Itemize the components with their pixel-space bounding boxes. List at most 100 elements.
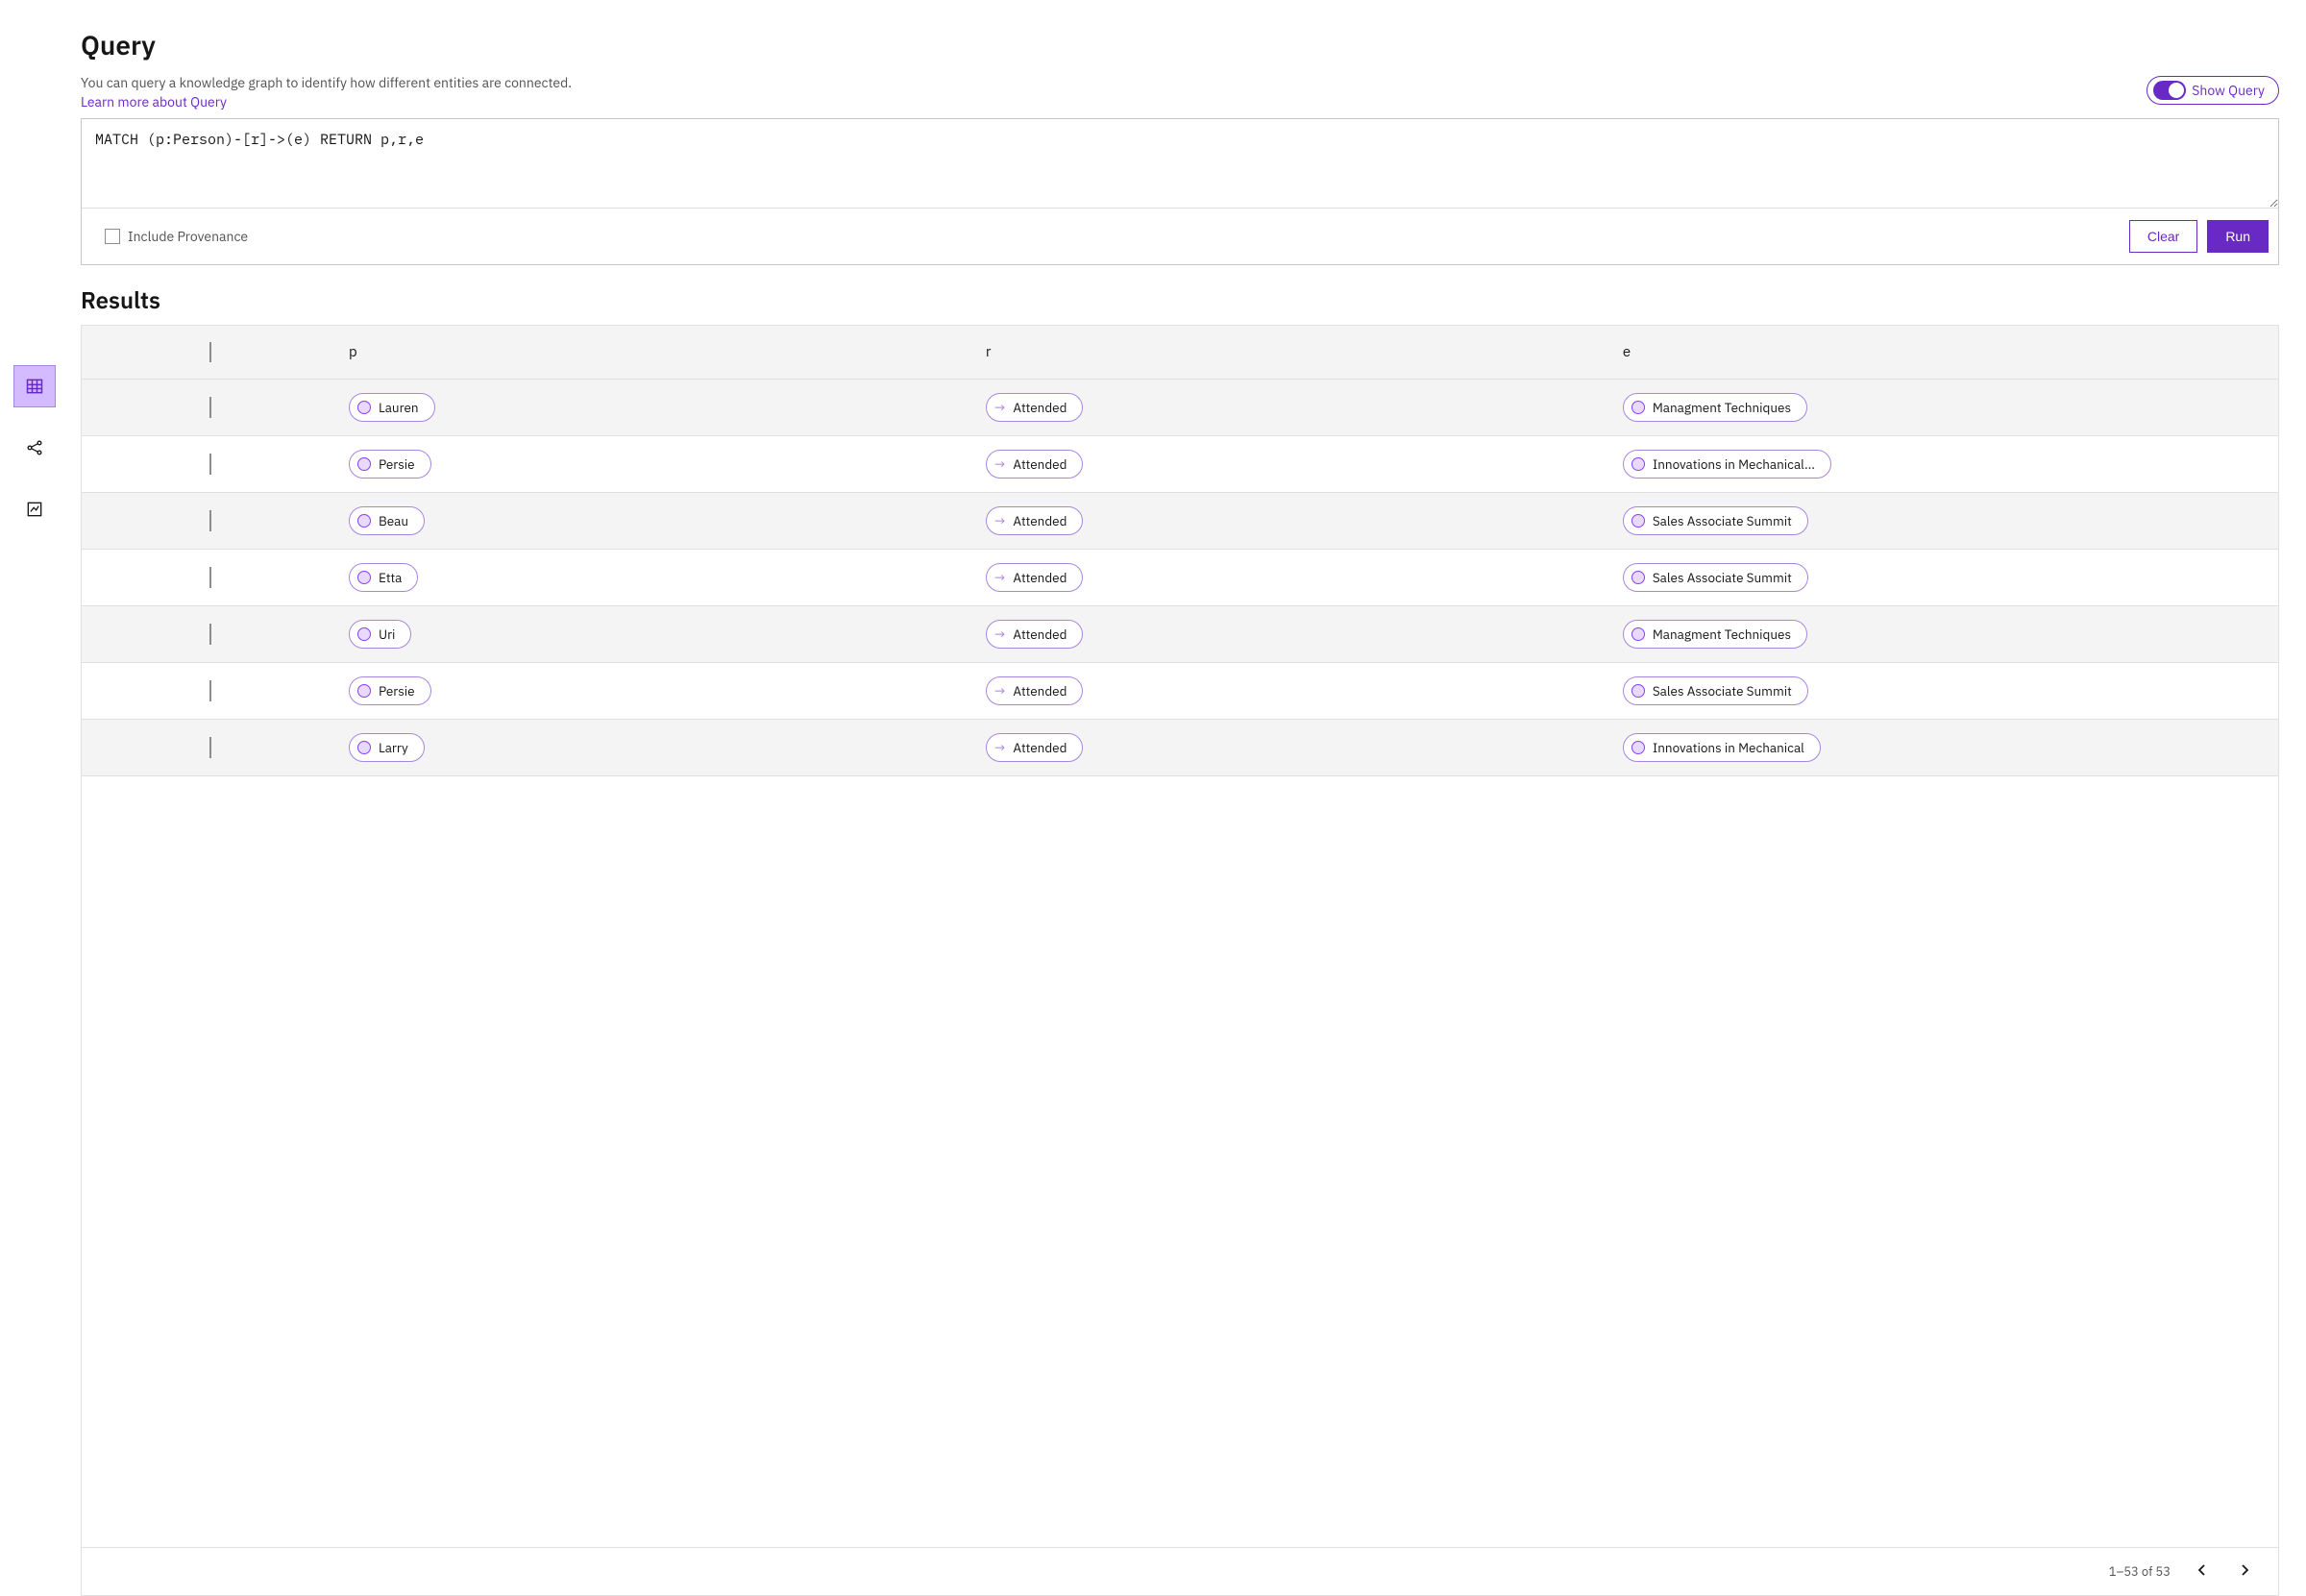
row-checkbox[interactable] <box>209 397 211 418</box>
entity-label: Etta <box>379 569 402 586</box>
relation-label: Attended <box>1013 569 1067 586</box>
entity-pill-p[interactable]: Persie <box>349 450 431 479</box>
entity-dot-icon <box>357 401 371 414</box>
page-title: Query <box>81 27 2279 62</box>
relation-pill-r[interactable]: → Attended <box>986 563 1084 592</box>
entity-pill-p[interactable]: Etta <box>349 563 418 592</box>
relation-label: Attended <box>1013 512 1067 529</box>
toggle-icon <box>2153 81 2186 100</box>
entity-label: Sales Associate Summit <box>1653 682 1792 700</box>
next-page-button[interactable] <box>2234 1559 2255 1584</box>
graph-icon <box>25 438 44 457</box>
relation-label: Attended <box>1013 455 1067 473</box>
entity-label: Larry <box>379 739 408 756</box>
arrow-right-icon: → <box>994 682 1005 700</box>
pager-range: 1–53 of 53 <box>2109 1563 2171 1580</box>
run-button[interactable]: Run <box>2207 220 2269 253</box>
query-box: MATCH (p:Person)-[r]->(e) RETURN p,r,e I… <box>81 118 2279 265</box>
arrow-right-icon: → <box>994 739 1005 756</box>
view-sidebar <box>0 0 69 1596</box>
results-table: p r e Lauren → Attended Managment Technique… <box>82 326 2278 776</box>
graph-view-button[interactable] <box>13 427 56 469</box>
entity-label: Lauren <box>379 399 419 416</box>
col-header-p[interactable]: p <box>339 326 976 380</box>
entity-dot-icon <box>1631 457 1645 471</box>
entity-label: Persie <box>379 682 415 700</box>
table-row: Larry → Attended Innovations in Mechanical <box>82 720 2278 776</box>
col-header-e[interactable]: e <box>1613 326 2250 380</box>
relation-pill-r[interactable]: → Attended <box>986 676 1084 705</box>
relation-pill-r[interactable]: → Attended <box>986 620 1084 649</box>
table-row: Beau → Attended Sales Associate Summit <box>82 493 2278 550</box>
entity-label: Beau <box>379 512 408 529</box>
table-view-button[interactable] <box>13 365 56 407</box>
entity-pill-p[interactable]: Persie <box>349 676 431 705</box>
row-checkbox[interactable] <box>209 510 211 531</box>
table-row: Lauren → Attended Managment Techniques <box>82 380 2278 436</box>
chart-icon <box>25 500 44 519</box>
clear-button[interactable]: Clear <box>2129 220 2197 253</box>
pager: 1–53 of 53 <box>82 1547 2278 1595</box>
row-checkbox[interactable] <box>209 737 211 758</box>
table-row: Persie → Attended Sales Associate Summit <box>82 663 2278 720</box>
relation-pill-r[interactable]: → Attended <box>986 506 1084 535</box>
entity-pill-p[interactable]: Beau <box>349 506 425 535</box>
table-row: Etta → Attended Sales Associate Summit <box>82 550 2278 606</box>
include-provenance-row[interactable]: Include Provenance <box>105 228 248 245</box>
entity-pill-p[interactable]: Lauren <box>349 393 435 422</box>
results-table-container: p r e Lauren → Attended Managment Technique… <box>81 325 2279 1596</box>
row-checkbox[interactable] <box>209 567 211 588</box>
row-checkbox[interactable] <box>209 624 211 645</box>
row-checkbox[interactable] <box>209 454 211 475</box>
table-row: Uri → Attended Managment Techniques <box>82 606 2278 663</box>
relation-pill-r[interactable]: → Attended <box>986 393 1084 422</box>
arrow-right-icon: → <box>994 626 1005 643</box>
entity-label: Managment Techniques <box>1653 626 1791 643</box>
entity-pill-e[interactable]: Managment Techniques <box>1623 620 1807 649</box>
entity-label: Innovations in Mechanical... <box>1653 455 1815 473</box>
prev-page-button[interactable] <box>2192 1559 2213 1584</box>
entity-label: Uri <box>379 626 395 643</box>
arrow-right-icon: → <box>994 399 1005 416</box>
entity-pill-e[interactable]: Innovations in Mechanical... <box>1623 450 1831 479</box>
results-title: Results <box>81 284 2279 315</box>
relation-pill-r[interactable]: → Attended <box>986 450 1084 479</box>
relation-label: Attended <box>1013 682 1067 700</box>
entity-dot-icon <box>357 571 371 584</box>
include-provenance-label: Include Provenance <box>128 228 248 245</box>
entity-pill-e[interactable]: Managment Techniques <box>1623 393 1807 422</box>
entity-dot-icon <box>1631 684 1645 698</box>
select-all-checkbox[interactable] <box>209 342 211 362</box>
relation-label: Attended <box>1013 739 1067 756</box>
entity-label: Innovations in Mechanical <box>1653 739 1804 756</box>
relation-pill-r[interactable]: → Attended <box>986 733 1084 762</box>
entity-label: Sales Associate Summit <box>1653 569 1792 586</box>
arrow-right-icon: → <box>994 512 1005 529</box>
entity-dot-icon <box>357 741 371 754</box>
table-icon <box>25 377 44 396</box>
entity-pill-e[interactable]: Sales Associate Summit <box>1623 676 1808 705</box>
entity-pill-e[interactable]: Sales Associate Summit <box>1623 506 1808 535</box>
entity-label: Persie <box>379 455 415 473</box>
stats-view-button[interactable] <box>13 488 56 530</box>
entity-pill-p[interactable]: Uri <box>349 620 411 649</box>
relation-label: Attended <box>1013 626 1067 643</box>
show-query-toggle[interactable]: Show Query <box>2147 76 2279 105</box>
query-editor[interactable]: MATCH (p:Person)-[r]->(e) RETURN p,r,e <box>82 119 2278 208</box>
arrow-right-icon: → <box>994 569 1005 586</box>
entity-label: Sales Associate Summit <box>1653 512 1792 529</box>
entity-dot-icon <box>357 684 371 698</box>
entity-pill-e[interactable]: Sales Associate Summit <box>1623 563 1808 592</box>
include-provenance-checkbox[interactable] <box>105 229 120 244</box>
entity-dot-icon <box>357 627 371 641</box>
arrow-right-icon: → <box>994 455 1005 473</box>
relation-label: Attended <box>1013 399 1067 416</box>
entity-dot-icon <box>1631 627 1645 641</box>
row-checkbox[interactable] <box>209 680 211 701</box>
chevron-right-icon <box>2240 1564 2249 1576</box>
col-header-r[interactable]: r <box>976 326 1613 380</box>
entity-pill-p[interactable]: Larry <box>349 733 425 762</box>
entity-pill-e[interactable]: Innovations in Mechanical <box>1623 733 1821 762</box>
entity-label: Managment Techniques <box>1653 399 1791 416</box>
entity-dot-icon <box>1631 741 1645 754</box>
